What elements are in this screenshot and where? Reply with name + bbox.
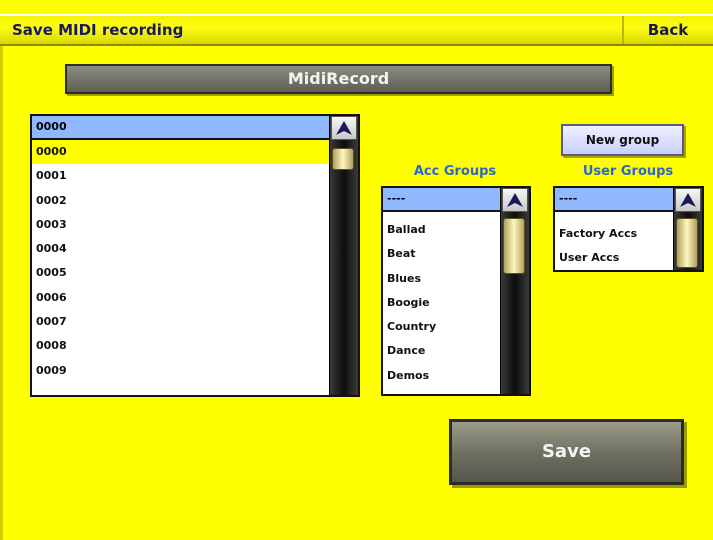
user-groups-selected-field[interactable]: ---- <box>555 188 674 212</box>
arrow-up-icon <box>507 193 523 207</box>
scroll-up-button[interactable] <box>675 188 701 212</box>
list-item[interactable]: 0001 <box>32 164 330 188</box>
scroll-up-button[interactable] <box>502 188 528 212</box>
arrow-up-icon <box>336 121 352 135</box>
acc-groups-label: Acc Groups <box>413 164 497 179</box>
list-item[interactable]: User Accs <box>555 246 674 270</box>
list-item[interactable]: Dance <box>383 339 501 363</box>
list-item[interactable]: Ballad <box>383 218 501 242</box>
save-button[interactable]: Save <box>449 419 684 485</box>
scroll-thumb[interactable] <box>332 148 354 170</box>
list-item[interactable]: Blues <box>383 267 501 291</box>
list-item[interactable]: Country <box>383 315 501 339</box>
list-item[interactable]: Beat <box>383 242 501 266</box>
list-item[interactable]: 0009 <box>32 359 330 383</box>
list-item[interactable]: 0007 <box>32 310 330 334</box>
back-button[interactable]: Back <box>630 21 706 39</box>
acc-groups-list: Ballad Beat Blues Boogie Country Dance Demos <box>383 218 501 388</box>
left-edge <box>0 46 3 540</box>
list-item[interactable]: 0002 <box>32 189 330 213</box>
file-listbox: 0000 0000 0001 0002 0003 0004 0005 0006 0007 000… <box>30 114 360 397</box>
scroll-up-button[interactable] <box>331 116 357 140</box>
file-selected-field[interactable]: 0000 <box>32 116 330 140</box>
list-item[interactable]: Demos <box>383 364 501 388</box>
list-item[interactable]: 0008 <box>32 334 330 358</box>
title-divider <box>622 16 624 44</box>
file-list: 0000 0001 0002 0003 0004 0005 0006 0007 0008 0009 <box>32 140 330 383</box>
acc-groups-scrollbar[interactable] <box>500 188 529 394</box>
list-item[interactable]: Boogie <box>383 291 501 315</box>
list-item[interactable]: 0003 <box>32 213 330 237</box>
file-scrollbar[interactable] <box>329 116 358 395</box>
list-item[interactable]: 0005 <box>32 261 330 285</box>
page-title: MidiRecord <box>65 64 612 94</box>
scroll-thumb[interactable] <box>503 218 525 274</box>
list-item[interactable]: Factory Accs <box>555 222 674 246</box>
list-item[interactable]: 0004 <box>32 237 330 261</box>
window-title: Save MIDI recording <box>12 21 184 39</box>
user-groups-scrollbar[interactable] <box>673 188 702 270</box>
list-item[interactable]: 0006 <box>32 286 330 310</box>
scroll-thumb[interactable] <box>676 218 698 268</box>
acc-groups-selected-field[interactable]: ---- <box>383 188 501 212</box>
title-bar: Save MIDI recording Back <box>0 14 713 46</box>
list-item[interactable]: 0000 <box>32 140 330 165</box>
new-group-button[interactable]: New group <box>561 124 684 156</box>
acc-groups-listbox: ---- Ballad Beat Blues Boogie Country Dance De… <box>381 186 531 396</box>
arrow-up-icon <box>680 193 696 207</box>
user-groups-label: User Groups <box>582 164 674 179</box>
user-groups-list: Factory Accs User Accs <box>555 222 674 271</box>
user-groups-listbox: ---- Factory Accs User Accs <box>553 186 704 272</box>
